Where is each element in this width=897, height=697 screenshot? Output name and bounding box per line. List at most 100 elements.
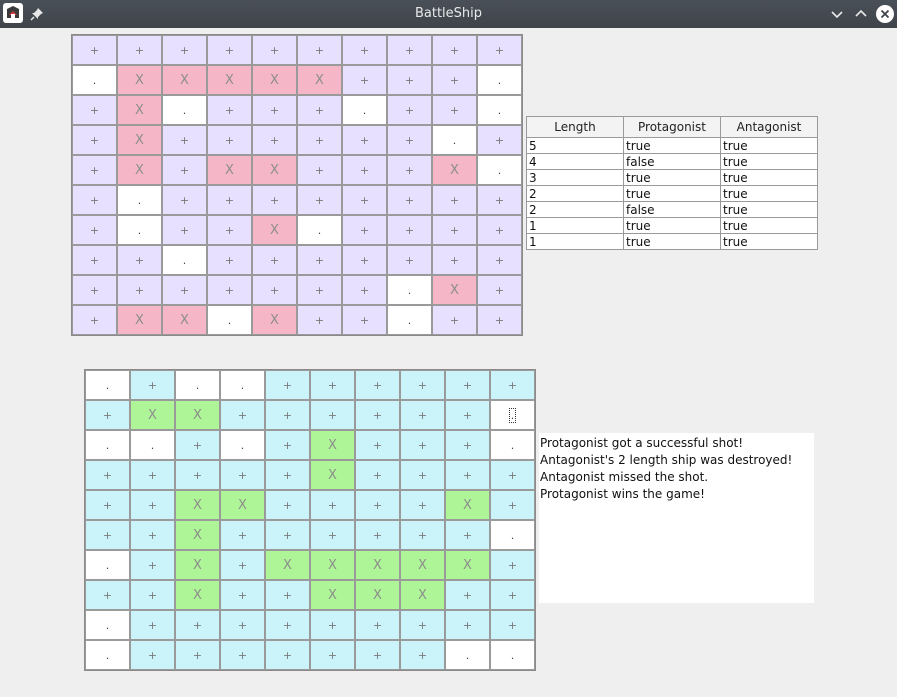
antagonist-cell-water[interactable]: + — [355, 370, 400, 400]
protagonist-cell-miss[interactable]: . — [297, 215, 342, 245]
protagonist-cell-water[interactable]: + — [117, 275, 162, 305]
protagonist-cell-hit[interactable]: X — [162, 305, 207, 335]
protagonist-cell-water[interactable]: + — [252, 275, 297, 305]
antagonist-cell-water[interactable]: + — [445, 460, 490, 490]
antagonist-cell-water[interactable]: + — [130, 490, 175, 520]
antagonist-cell-hit[interactable]: X — [400, 580, 445, 610]
protagonist-cell-water[interactable]: + — [432, 95, 477, 125]
protagonist-cell-water[interactable]: + — [72, 35, 117, 65]
header-antagonist[interactable]: Antagonist — [720, 116, 818, 138]
header-length[interactable]: Length — [526, 116, 624, 138]
protagonist-cell-water[interactable]: + — [207, 185, 252, 215]
protagonist-cell-water[interactable]: + — [72, 95, 117, 125]
antagonist-cell-water[interactable]: + — [310, 400, 355, 430]
antagonist-cell-hit[interactable]: X — [355, 550, 400, 580]
protagonist-cell-water[interactable]: + — [72, 245, 117, 275]
protagonist-cell-hit[interactable]: X — [252, 65, 297, 95]
antagonist-cell-water[interactable]: + — [445, 520, 490, 550]
antagonist-cell-hit[interactable]: X — [400, 550, 445, 580]
protagonist-cell-water[interactable]: + — [297, 125, 342, 155]
protagonist-cell-miss[interactable]: . — [117, 185, 162, 215]
antagonist-cell-water[interactable]: + — [400, 490, 445, 520]
antagonist-cell-water[interactable]: + — [355, 520, 400, 550]
protagonist-cell-water[interactable]: + — [342, 125, 387, 155]
protagonist-cell-water[interactable]: + — [477, 275, 522, 305]
antagonist-cell-water[interactable]: + — [490, 460, 535, 490]
antagonist-cell-hit[interactable]: X — [310, 430, 355, 460]
protagonist-cell-water[interactable]: + — [387, 125, 432, 155]
antagonist-cell-hit[interactable]: X — [310, 580, 355, 610]
protagonist-cell-miss[interactable]: . — [162, 245, 207, 275]
antagonist-cell-miss[interactable]: . — [85, 640, 130, 670]
antagonist-cell-water[interactable]: + — [220, 460, 265, 490]
protagonist-cell-water[interactable]: + — [162, 35, 207, 65]
antagonist-cell-miss[interactable]: . — [490, 400, 535, 430]
protagonist-cell-hit[interactable]: X — [252, 155, 297, 185]
protagonist-cell-water[interactable]: + — [432, 35, 477, 65]
protagonist-cell-miss[interactable]: . — [342, 95, 387, 125]
protagonist-cell-water[interactable]: + — [342, 245, 387, 275]
protagonist-cell-water[interactable]: + — [297, 275, 342, 305]
antagonist-cell-miss[interactable]: . — [490, 430, 535, 460]
antagonist-cell-water[interactable]: + — [400, 430, 445, 460]
protagonist-cell-water[interactable]: + — [387, 215, 432, 245]
antagonist-cell-water[interactable]: + — [85, 400, 130, 430]
table-row[interactable]: 1 true true — [526, 233, 818, 250]
antagonist-cell-hit[interactable]: X — [310, 550, 355, 580]
antagonist-cell-water[interactable]: + — [310, 610, 355, 640]
protagonist-cell-hit[interactable]: X — [432, 275, 477, 305]
antagonist-cell-water[interactable]: + — [175, 610, 220, 640]
protagonist-cell-miss[interactable]: . — [387, 305, 432, 335]
antagonist-cell-water[interactable]: + — [220, 580, 265, 610]
antagonist-cell-water[interactable]: + — [400, 610, 445, 640]
protagonist-cell-miss[interactable]: . — [477, 95, 522, 125]
antagonist-cell-water[interactable]: + — [310, 490, 355, 520]
protagonist-cell-water[interactable]: + — [162, 275, 207, 305]
protagonist-cell-miss[interactable]: . — [477, 155, 522, 185]
antagonist-cell-water[interactable]: + — [130, 610, 175, 640]
antagonist-cell-water[interactable]: + — [400, 370, 445, 400]
antagonist-cell-water[interactable]: + — [400, 460, 445, 490]
protagonist-cell-hit[interactable]: X — [117, 305, 162, 335]
protagonist-cell-hit[interactable]: X — [207, 155, 252, 185]
protagonist-cell-water[interactable]: + — [207, 275, 252, 305]
antagonist-cell-water[interactable]: + — [85, 490, 130, 520]
protagonist-cell-water[interactable]: + — [297, 95, 342, 125]
protagonist-cell-miss[interactable]: . — [162, 95, 207, 125]
close-button[interactable] — [875, 4, 895, 24]
antagonist-cell-hit[interactable]: X — [175, 580, 220, 610]
antagonist-cell-water[interactable]: + — [220, 520, 265, 550]
minimize-button[interactable] — [827, 4, 847, 24]
antagonist-cell-water[interactable]: + — [355, 460, 400, 490]
antagonist-cell-miss[interactable]: . — [490, 640, 535, 670]
antagonist-cell-water[interactable]: + — [85, 460, 130, 490]
antagonist-cell-miss[interactable]: . — [85, 370, 130, 400]
protagonist-cell-water[interactable]: + — [432, 215, 477, 245]
protagonist-cell-water[interactable]: + — [297, 185, 342, 215]
protagonist-cell-water[interactable]: + — [477, 185, 522, 215]
antagonist-cell-water[interactable]: + — [220, 400, 265, 430]
protagonist-cell-water[interactable]: + — [387, 65, 432, 95]
antagonist-cell-water[interactable]: + — [175, 430, 220, 460]
protagonist-cell-water[interactable]: + — [72, 155, 117, 185]
protagonist-cell-water[interactable]: + — [387, 245, 432, 275]
table-row[interactable]: 5 true true — [526, 137, 818, 154]
antagonist-cell-hit[interactable]: X — [220, 490, 265, 520]
antagonist-cell-miss[interactable]: . — [85, 430, 130, 460]
protagonist-cell-water[interactable]: + — [207, 35, 252, 65]
antagonist-cell-water[interactable]: + — [355, 610, 400, 640]
antagonist-cell-hit[interactable]: X — [130, 400, 175, 430]
antagonist-cell-water[interactable]: + — [400, 640, 445, 670]
antagonist-cell-water[interactable]: + — [310, 370, 355, 400]
protagonist-cell-water[interactable]: + — [432, 65, 477, 95]
protagonist-cell-miss[interactable]: . — [117, 215, 162, 245]
antagonist-cell-water[interactable]: + — [130, 550, 175, 580]
protagonist-cell-water[interactable]: + — [477, 245, 522, 275]
protagonist-cell-water[interactable]: + — [387, 155, 432, 185]
antagonist-cell-water[interactable]: + — [85, 580, 130, 610]
protagonist-cell-water[interactable]: + — [207, 95, 252, 125]
protagonist-cell-miss[interactable]: . — [477, 65, 522, 95]
protagonist-cell-water[interactable]: + — [342, 185, 387, 215]
table-row[interactable]: 1 true true — [526, 217, 818, 234]
protagonist-cell-water[interactable]: + — [72, 275, 117, 305]
